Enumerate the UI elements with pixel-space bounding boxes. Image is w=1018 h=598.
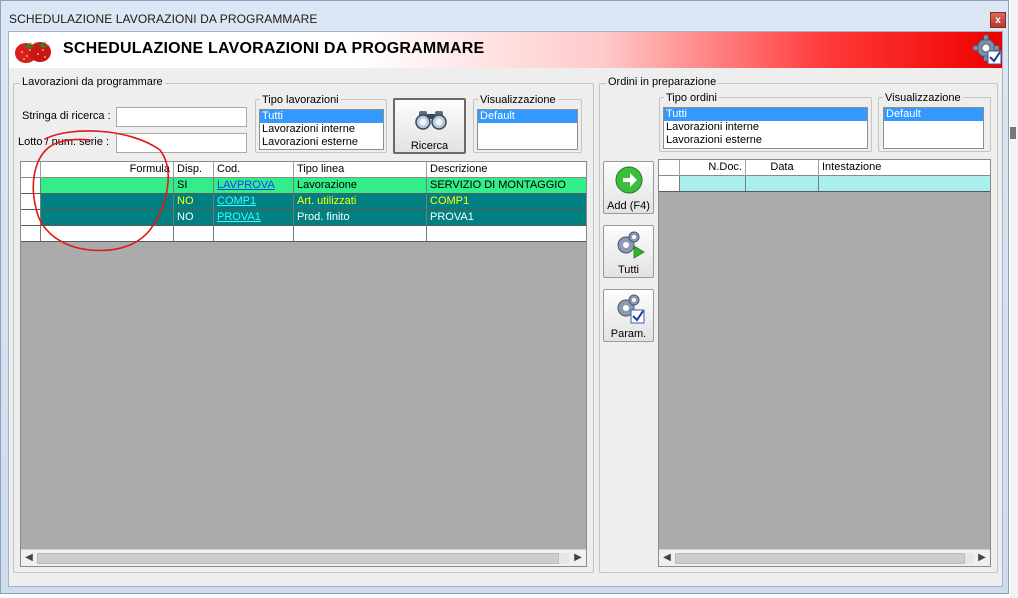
group-title-ordini: Ordini in preparazione — [606, 76, 719, 88]
tipo-lavorazioni-option[interactable]: Tutti — [260, 110, 383, 123]
tipo-ordini-option[interactable]: Lavorazioni esterne — [664, 134, 867, 147]
column-header-ndoc[interactable]: N.Doc. — [680, 160, 746, 176]
visualizzazione-right-option[interactable]: Default — [884, 108, 983, 121]
tipo-lavorazioni-listbox[interactable]: Tutti Lavorazioni interne Lavorazioni es… — [259, 109, 384, 150]
cell-descrizione[interactable]: COMP1 — [427, 194, 586, 209]
cell-data[interactable] — [746, 176, 819, 191]
ordini-scroll-right-arrow[interactable]: ▶ — [976, 552, 988, 564]
cell-disp[interactable]: NO — [174, 210, 214, 225]
gear-check-icon[interactable] — [973, 34, 1003, 66]
cell-disp[interactable]: NO — [174, 194, 214, 209]
row-selector[interactable] — [21, 226, 41, 241]
tipo-lavorazioni-option[interactable]: Lavorazioni esterne — [260, 136, 383, 149]
binoculars-icon — [415, 111, 447, 130]
desktop-background-strip — [1010, 0, 1018, 598]
group-title-visualizzazione-left: Visualizzazione — [478, 94, 558, 106]
row-selector[interactable] — [21, 194, 41, 209]
horizontal-scrollbar[interactable]: ◀ ▶ — [21, 549, 586, 566]
grid-header: Formula Disp. Cod. Tipo linea Descrizion… — [21, 162, 586, 178]
table-row[interactable]: NO PROVA1 Prod. finito PROVA1 — [21, 210, 586, 226]
cell-disp[interactable]: SI — [174, 178, 214, 193]
table-row[interactable] — [659, 176, 990, 192]
cell-cod[interactable]: PROVA1 — [214, 210, 294, 225]
ordini-grid-header: N.Doc. Data Intestazione — [659, 160, 990, 176]
lavorazioni-grid[interactable]: Formula Disp. Cod. Tipo linea Descrizion… — [20, 161, 587, 567]
window-client-area: SCHEDULAZIONE LAVORAZIONI DA PROGRAMMARE — [8, 31, 1003, 587]
tipo-ordini-option[interactable]: Tutti — [664, 108, 867, 121]
group-title-lavorazioni: Lavorazioni da programmare — [20, 76, 165, 88]
close-button[interactable]: x — [990, 12, 1006, 28]
table-row[interactable] — [21, 226, 586, 242]
visualizzazione-left-listbox[interactable]: Default — [477, 109, 578, 150]
ricerca-button[interactable]: Ricerca — [393, 98, 466, 154]
cell-cod[interactable]: COMP1 — [214, 194, 294, 209]
tipo-lavorazioni-option[interactable]: Lavorazioni interne — [260, 123, 383, 136]
table-row[interactable]: NO COMP1 Art. utilizzati COMP1 — [21, 194, 586, 210]
cell-ndoc[interactable] — [680, 176, 746, 191]
column-header-intestazione[interactable]: Intestazione — [819, 160, 990, 176]
header-title: SCHEDULAZIONE LAVORAZIONI DA PROGRAMMARE — [63, 40, 485, 57]
row-selector[interactable] — [659, 176, 680, 191]
cell-tipo-linea[interactable] — [294, 226, 427, 241]
strawberry-icon — [15, 41, 51, 63]
column-header-formula[interactable]: Formula — [41, 162, 174, 178]
title-bar[interactable]: SCHEDULAZIONE LAVORAZIONI DA PROGRAMMARE… — [2, 2, 1008, 31]
ordini-column-header-selector[interactable] — [659, 160, 680, 176]
cell-intestazione[interactable] — [819, 176, 990, 191]
ordini-scroll-left-arrow[interactable]: ◀ — [661, 552, 673, 564]
cell-cod[interactable]: LAVPROVA — [214, 178, 294, 193]
ordini-grid[interactable]: N.Doc. Data Intestazione ◀ ▶ — [658, 159, 991, 567]
visualizzazione-left-option[interactable]: Default — [478, 110, 577, 123]
lot-serial-input[interactable] — [116, 133, 247, 153]
cell-formula[interactable] — [41, 210, 174, 225]
lot-serial-label: Lotto / num. serie : — [18, 136, 110, 148]
scroll-thumb[interactable] — [37, 553, 559, 564]
cell-tipo-linea[interactable]: Lavorazione — [294, 178, 427, 193]
cell-disp[interactable] — [174, 226, 214, 241]
search-label: Stringa di ricerca : — [22, 110, 111, 122]
scroll-right-arrow[interactable]: ▶ — [572, 552, 584, 564]
header-banner: SCHEDULAZIONE LAVORAZIONI DA PROGRAMMARE — [9, 32, 1002, 68]
ordini-scroll-thumb[interactable] — [675, 553, 965, 564]
ordini-horizontal-scrollbar[interactable]: ◀ ▶ — [659, 549, 990, 566]
ricerca-label: Ricerca — [410, 140, 449, 152]
cell-formula[interactable] — [41, 226, 174, 241]
cell-descrizione[interactable] — [427, 226, 586, 241]
scroll-left-arrow[interactable]: ◀ — [23, 552, 35, 564]
row-selector[interactable] — [21, 178, 41, 193]
column-header-cod[interactable]: Cod. — [214, 162, 294, 178]
cell-cod[interactable] — [214, 226, 294, 241]
column-header-selector[interactable] — [21, 162, 41, 178]
cell-tipo-linea[interactable]: Prod. finito — [294, 210, 427, 225]
group-title-tipo-lavorazioni: Tipo lavorazioni — [260, 94, 341, 106]
window-title: SCHEDULAZIONE LAVORAZIONI DA PROGRAMMARE — [9, 12, 318, 26]
cell-tipo-linea[interactable]: Art. utilizzati — [294, 194, 427, 209]
group-title-visualizzazione-right: Visualizzazione — [883, 92, 963, 104]
column-header-disp[interactable]: Disp. — [174, 162, 214, 178]
group-title-tipo-ordini: Tipo ordini — [664, 92, 719, 104]
search-input[interactable] — [116, 107, 247, 127]
cell-formula[interactable] — [41, 178, 174, 193]
cell-descrizione[interactable]: PROVA1 — [427, 210, 586, 225]
tipo-ordini-option[interactable]: Lavorazioni interne — [664, 121, 867, 134]
desktop-icon-fragment — [1010, 127, 1016, 139]
row-selector[interactable] — [21, 210, 41, 225]
column-header-descrizione[interactable]: Descrizione — [427, 162, 586, 178]
tipo-ordini-listbox[interactable]: Tutti Lavorazioni interne Lavorazioni es… — [663, 107, 868, 149]
column-header-tipo-linea[interactable]: Tipo linea — [294, 162, 427, 178]
application-window: SCHEDULAZIONE LAVORAZIONI DA PROGRAMMARE… — [0, 0, 1009, 594]
cell-descrizione[interactable]: SERVIZIO DI MONTAGGIO — [427, 178, 586, 193]
visualizzazione-right-listbox[interactable]: Default — [883, 107, 984, 149]
column-header-data[interactable]: Data — [746, 160, 819, 176]
table-row[interactable]: SI LAVPROVA Lavorazione SERVIZIO DI MONTAGG… — [21, 178, 586, 194]
cell-formula[interactable] — [41, 194, 174, 209]
